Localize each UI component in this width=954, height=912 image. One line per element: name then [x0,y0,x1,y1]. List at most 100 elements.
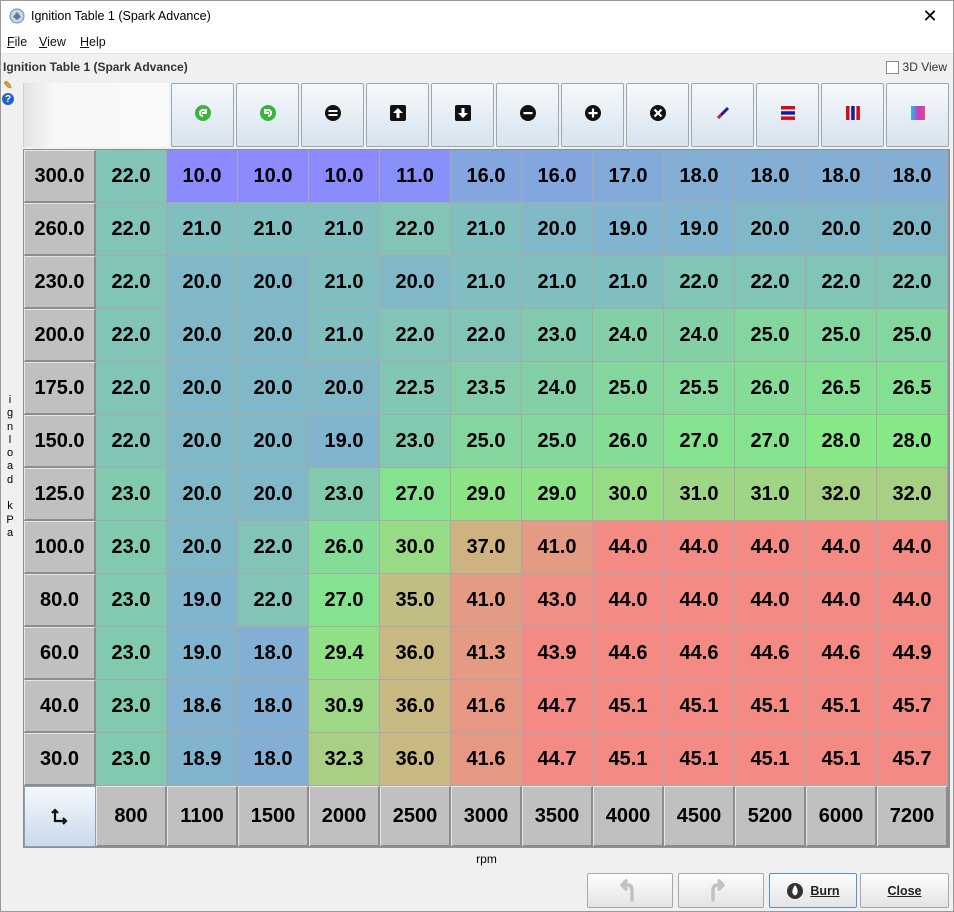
table-cell[interactable]: 45.1 [593,733,664,786]
table-cell[interactable]: 44.0 [806,574,877,627]
table-cell[interactable]: 44.0 [593,574,664,627]
y-axis-value[interactable]: 125.0 [24,468,96,521]
table-cell[interactable]: 28.0 [877,415,948,468]
table-cell[interactable]: 20.0 [806,203,877,256]
close-window-button[interactable]: ✕ [907,1,953,32]
table-cell[interactable]: 44.0 [593,521,664,574]
table-cell[interactable]: 21.0 [238,203,309,256]
undo-button[interactable] [587,873,673,908]
x-axis-value[interactable]: 4000 [593,786,664,847]
rotate-right-button[interactable] [236,83,299,147]
table-cell[interactable]: 20.0 [380,256,451,309]
table-cell[interactable]: 23.0 [96,574,167,627]
checkbox-box[interactable] [885,60,899,74]
table-cell[interactable]: 21.0 [522,256,593,309]
table-cell[interactable]: 20.0 [522,203,593,256]
table-cell[interactable]: 41.0 [522,521,593,574]
table-cell[interactable]: 23.0 [309,468,380,521]
table-cell[interactable]: 26.0 [593,415,664,468]
table-cell[interactable]: 44.9 [877,627,948,680]
view-3d-checkbox[interactable]: 3D View [885,60,947,74]
table-cell[interactable]: 45.1 [664,680,735,733]
table-cell[interactable]: 19.0 [664,203,735,256]
table-cell[interactable]: 43.0 [522,574,593,627]
menu-help[interactable]: Help [80,35,106,49]
table-cell[interactable]: 23.0 [96,627,167,680]
table-cell[interactable]: 45.1 [593,680,664,733]
table-cell[interactable]: 22.0 [380,203,451,256]
table-cell[interactable]: 44.0 [806,521,877,574]
table-cell[interactable]: 44.6 [664,627,735,680]
menu-file[interactable]: File [7,35,27,49]
table-cell[interactable]: 22.0 [96,415,167,468]
table-cell[interactable]: 18.0 [735,150,806,203]
table-cell[interactable]: 22.0 [877,256,948,309]
subtract-button[interactable] [496,83,559,147]
table-cell[interactable]: 20.0 [167,362,238,415]
table-cell[interactable]: 10.0 [238,150,309,203]
burn-button[interactable]: Burn [769,873,857,908]
menu-view[interactable]: View [39,35,66,49]
table-cell[interactable]: 21.0 [309,203,380,256]
table-cell[interactable]: 44.0 [877,521,948,574]
table-cell[interactable]: 27.0 [664,415,735,468]
y-axis-value[interactable]: 100.0 [24,521,96,574]
table-cell[interactable]: 44.6 [735,627,806,680]
table-cell[interactable]: 23.0 [380,415,451,468]
increment-button[interactable] [366,83,429,147]
table-cell[interactable]: 32.0 [877,468,948,521]
table-cell[interactable]: 18.0 [806,150,877,203]
table-cell[interactable]: 21.0 [451,256,522,309]
table-cell[interactable]: 30.9 [309,680,380,733]
table-cell[interactable]: 19.0 [167,627,238,680]
interpolate-horizontal-button[interactable] [756,83,819,147]
y-axis-value[interactable]: 260.0 [24,203,96,256]
table-cell[interactable]: 20.0 [238,468,309,521]
smooth-button[interactable] [886,83,949,147]
table-cell[interactable]: 22.0 [96,256,167,309]
table-cell[interactable]: 20.0 [167,256,238,309]
y-axis-value[interactable]: 60.0 [24,627,96,680]
table-cell[interactable]: 32.3 [309,733,380,786]
table-cell[interactable]: 27.0 [380,468,451,521]
table-cell[interactable]: 22.0 [806,256,877,309]
table-cell[interactable]: 26.0 [309,521,380,574]
rotate-left-button[interactable] [171,83,234,147]
table-cell[interactable]: 22.0 [96,203,167,256]
table-cell[interactable]: 37.0 [451,521,522,574]
table-cell[interactable]: 23.0 [96,468,167,521]
decrement-button[interactable] [431,83,494,147]
swap-axes-button[interactable] [24,786,96,847]
table-cell[interactable]: 16.0 [451,150,522,203]
table-cell[interactable]: 45.7 [877,733,948,786]
table-cell[interactable]: 45.1 [735,733,806,786]
table-cell[interactable]: 29.0 [451,468,522,521]
table-cell[interactable]: 20.0 [238,362,309,415]
x-axis-value[interactable]: 4500 [664,786,735,847]
table-cell[interactable]: 30.0 [380,521,451,574]
table-cell[interactable]: 21.0 [167,203,238,256]
table-cell[interactable]: 25.0 [593,362,664,415]
table-cell[interactable]: 22.0 [451,309,522,362]
x-axis-value[interactable]: 6000 [806,786,877,847]
interpolate-vertical-button[interactable] [821,83,884,147]
table-cell[interactable]: 18.0 [238,733,309,786]
table-cell[interactable]: 21.0 [309,256,380,309]
table-cell[interactable]: 31.0 [735,468,806,521]
y-axis-value[interactable]: 200.0 [24,309,96,362]
table-cell[interactable]: 18.0 [238,627,309,680]
x-axis-value[interactable]: 800 [96,786,167,847]
table-cell[interactable]: 18.6 [167,680,238,733]
table-cell[interactable]: 19.0 [309,415,380,468]
table-cell[interactable]: 45.1 [806,733,877,786]
x-axis-value[interactable]: 3500 [522,786,593,847]
table-cell[interactable]: 20.0 [238,415,309,468]
table-cell[interactable]: 27.0 [309,574,380,627]
table-cell[interactable]: 22.5 [380,362,451,415]
table-cell[interactable]: 44.6 [806,627,877,680]
x-axis-value[interactable]: 2000 [309,786,380,847]
table-cell[interactable]: 31.0 [664,468,735,521]
table-cell[interactable]: 36.0 [380,627,451,680]
table-cell[interactable]: 32.0 [806,468,877,521]
table-cell[interactable]: 43.9 [522,627,593,680]
